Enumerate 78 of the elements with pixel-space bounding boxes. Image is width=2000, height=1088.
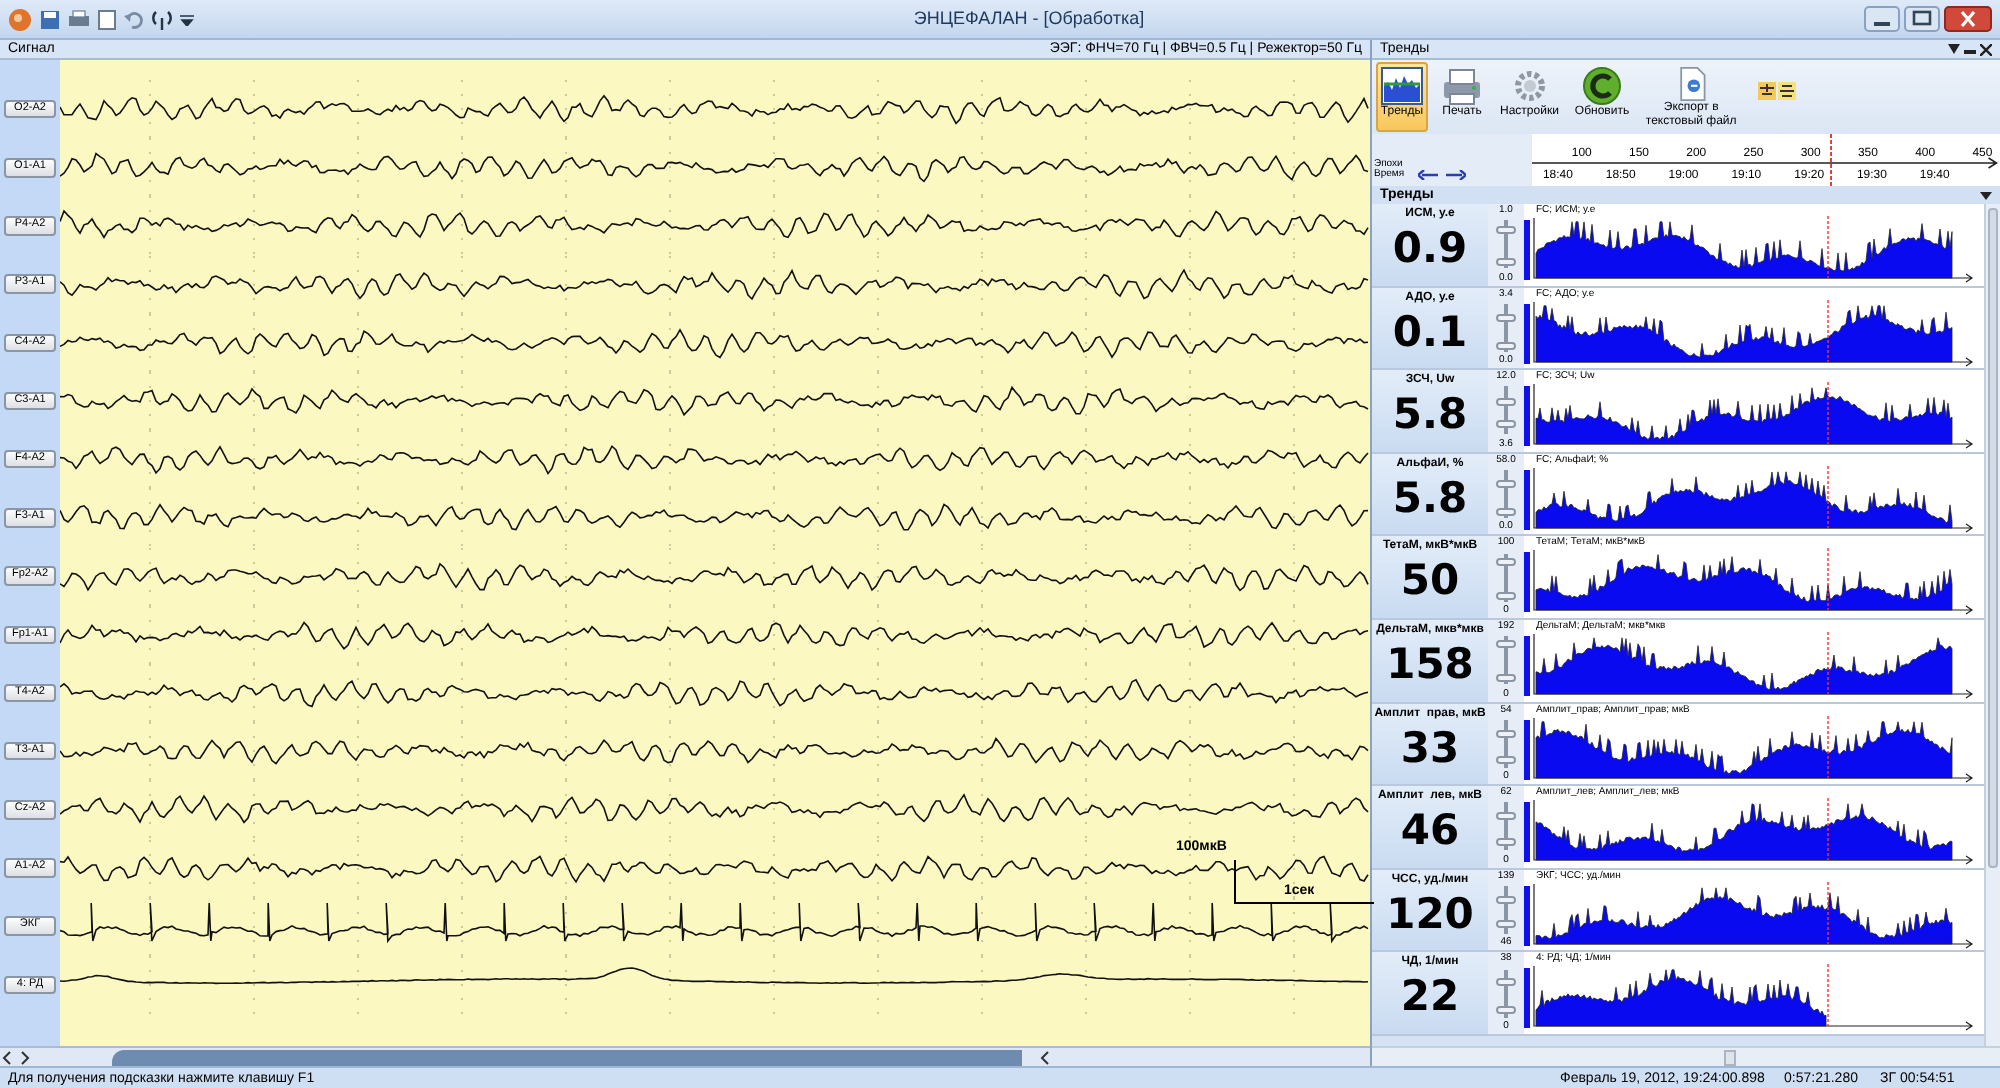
slider-thumb[interactable] (1496, 920, 1516, 929)
scroll-right-icon[interactable] (16, 1049, 32, 1065)
trend-value: 5.8 (1392, 471, 1468, 526)
slider-thumb[interactable] (1496, 640, 1516, 649)
vertical-scrollbar[interactable] (1984, 204, 2000, 1046)
level-bar (1524, 220, 1530, 280)
level-bar (1524, 885, 1530, 946)
trend-value: 120 (1386, 887, 1474, 942)
level-bar (1524, 386, 1530, 447)
slider-thumb[interactable] (1496, 1005, 1516, 1014)
level-bar (1524, 303, 1530, 364)
slider-thumb[interactable] (1496, 420, 1516, 429)
align-down-icon[interactable] (1757, 82, 1776, 100)
align-center-icon[interactable] (1777, 82, 1796, 100)
trend-value: 46 (1400, 804, 1460, 859)
horizontal-scrollbar[interactable] (1372, 1046, 2000, 1066)
trend-value: 5.8 (1392, 388, 1468, 443)
time-cursor (1827, 798, 1829, 861)
time-cursor (1827, 631, 1829, 695)
save-icon[interactable] (40, 9, 60, 29)
dropdown-icon[interactable] (1948, 44, 1960, 54)
trend-value: 0.9 (1392, 222, 1468, 276)
trend-value: 33 (1400, 721, 1460, 776)
slider-thumb[interactable] (1496, 591, 1516, 600)
slider-thumb[interactable] (1496, 729, 1516, 738)
level-bar (1524, 552, 1530, 613)
undo-icon[interactable] (124, 9, 144, 29)
dropdown-icon[interactable] (180, 13, 194, 25)
scroll-left-icon[interactable] (1038, 1049, 1054, 1065)
scroll-left-icon[interactable] (0, 1049, 16, 1065)
refresh-icon (1580, 66, 1624, 106)
slider-thumb[interactable] (1496, 508, 1516, 517)
close-icon[interactable] (1944, 6, 1992, 32)
slider-thumb[interactable] (1496, 755, 1516, 764)
trend-value: 50 (1400, 554, 1460, 609)
arrow-right-icon[interactable] (1446, 170, 1466, 180)
arrow-left-icon[interactable] (1418, 170, 1438, 180)
app-icon[interactable] (8, 7, 32, 31)
level-bar (1524, 719, 1530, 780)
level-bar (1524, 635, 1530, 696)
maximize-icon[interactable] (1904, 6, 1940, 32)
level-bar (1524, 469, 1530, 530)
time-cursor (1827, 465, 1829, 529)
slider-thumb[interactable] (1496, 226, 1516, 235)
time-cursor (1827, 299, 1829, 362)
slider-thumb[interactable] (1496, 812, 1516, 821)
time-cursor (1827, 964, 1829, 1028)
slider-thumb[interactable] (1496, 838, 1516, 847)
level-bar (1524, 802, 1530, 863)
chart-icon (1380, 66, 1424, 106)
print-icon[interactable] (68, 9, 90, 29)
slider-thumb[interactable] (1496, 557, 1516, 566)
slider-thumb[interactable] (1496, 896, 1516, 905)
slider-thumb[interactable] (1496, 398, 1516, 407)
window-title: ЭНЦЕФАЛАН - [Обработка] (913, 5, 1145, 32)
printer-icon (1440, 66, 1484, 106)
slider-thumb[interactable] (1496, 341, 1516, 350)
level-bar (1524, 968, 1530, 1029)
slider-thumb[interactable] (1496, 977, 1516, 986)
trend-value: 0.1 (1392, 305, 1468, 360)
scale-bar (1234, 860, 1374, 904)
time-cursor (1827, 548, 1829, 612)
slider-thumb[interactable] (1496, 480, 1516, 489)
dropdown-icon[interactable] (1980, 191, 1992, 199)
trend-value: 158 (1386, 637, 1474, 692)
document-icon[interactable] (98, 9, 116, 29)
antenna-icon[interactable] (152, 9, 172, 29)
close-icon[interactable] (1980, 43, 1992, 55)
time-cursor (1827, 382, 1829, 446)
slider-thumb[interactable] (1496, 313, 1516, 322)
time-cursor (1827, 715, 1829, 778)
time-cursor (1827, 881, 1829, 945)
time-cursor (1827, 216, 1829, 279)
slider-thumb[interactable] (1496, 674, 1516, 683)
time-cursor (1829, 134, 1832, 186)
trend-value: 22 (1400, 970, 1460, 1025)
minimize-icon[interactable] (1864, 6, 1900, 32)
slider-thumb[interactable] (1496, 258, 1516, 267)
